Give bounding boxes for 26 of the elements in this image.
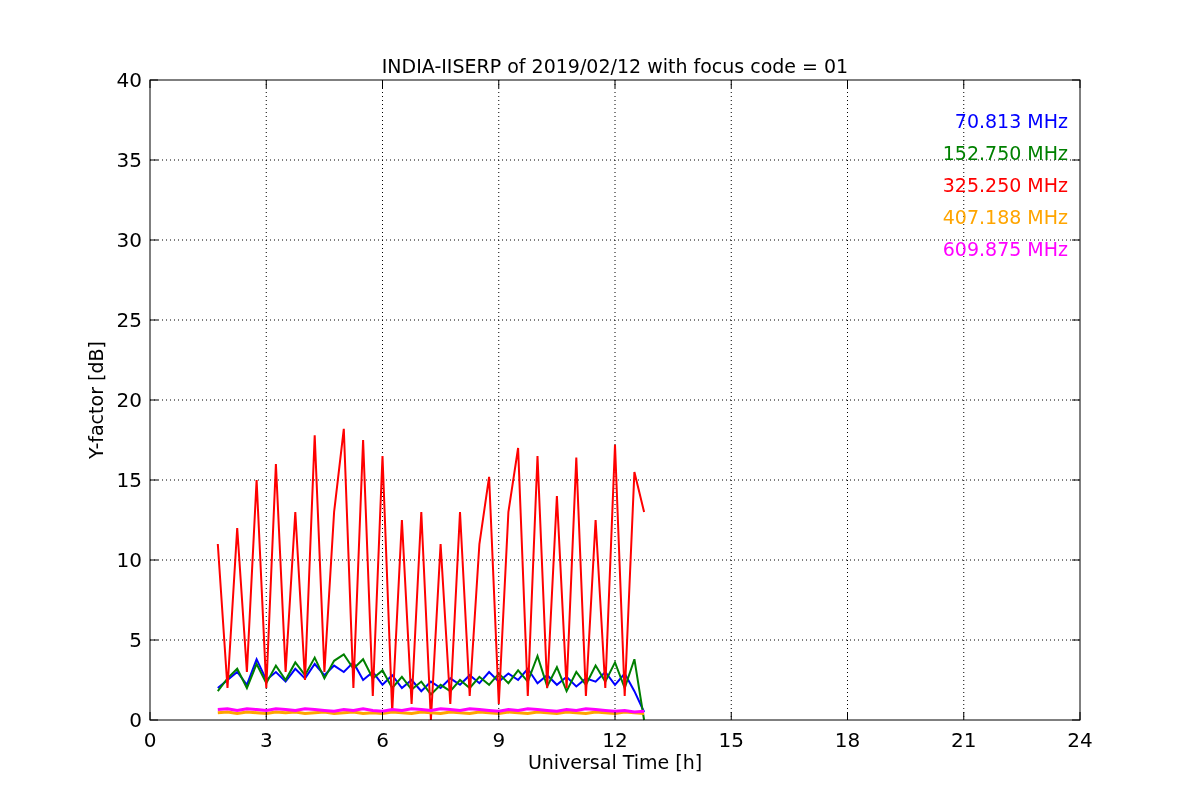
- x-tick-label: 9: [492, 728, 506, 752]
- chart-title: INDIA-IISERP of 2019/02/12 with focus code = 01: [381, 55, 849, 77]
- x-tick-label: 6: [376, 728, 389, 752]
- y-tick-label: 25: [116, 308, 142, 332]
- y-tick-label: 5: [129, 628, 142, 652]
- y-axis-label: Y-factor [dB]: [85, 341, 107, 459]
- y-tick-label: 15: [116, 468, 142, 492]
- x-tick-label: 18: [834, 728, 861, 752]
- x-tick-label: 0: [143, 728, 157, 752]
- legend-label: 152.750 MHz: [942, 142, 1068, 164]
- y-tick-label: 35: [116, 148, 142, 172]
- y-tick-label: 40: [116, 68, 142, 92]
- x-axis-label: Universal Time [h]: [527, 751, 703, 773]
- y-tick-label: 30: [116, 228, 142, 252]
- y-tick-label: 20: [116, 388, 142, 412]
- y-tick-label: 10: [116, 548, 142, 572]
- legend-label: 325.250 MHz: [942, 174, 1068, 196]
- legend-label: 609.875 MHz: [942, 238, 1068, 260]
- y-tick-label: 0: [129, 708, 142, 732]
- x-tick-label: 21: [951, 728, 977, 752]
- legend-label: 407.188 MHz: [942, 206, 1068, 228]
- x-tick-label: 12: [602, 728, 628, 752]
- legend-label: 70.813 MHz: [954, 110, 1068, 132]
- x-tick-label: 3: [259, 728, 273, 752]
- x-tick-label: 15: [718, 728, 744, 752]
- x-tick-label: 24: [1067, 728, 1093, 752]
